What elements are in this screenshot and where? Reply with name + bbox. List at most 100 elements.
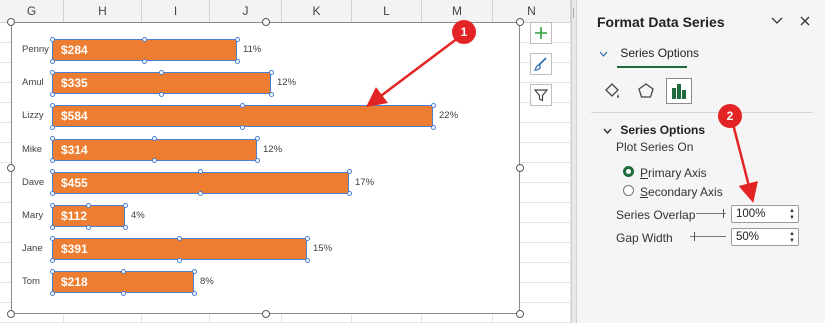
section-title: Series Options: [620, 123, 706, 137]
series-overlap-slider-thumb[interactable]: [723, 209, 724, 218]
bar-value-label: $455: [61, 175, 88, 190]
chart-filters-button[interactable]: [530, 84, 552, 106]
chart-styles-button[interactable]: [530, 53, 552, 75]
callout-badge-1: 1: [452, 20, 476, 44]
spin-up-icon[interactable]: ▲: [789, 208, 795, 214]
series-overlap-input[interactable]: 100% ▲ ▼: [731, 205, 799, 223]
percent-label: 12%: [263, 143, 283, 155]
bar-selection-point: [152, 158, 157, 164]
bar-selection-point: [268, 69, 274, 75]
callout-badge-2: 2: [718, 104, 742, 128]
bar-value-label: $218: [61, 275, 88, 290]
percent-label: 4%: [131, 210, 145, 221]
gap-width-slider-thumb[interactable]: [694, 232, 695, 241]
chart-resize-handle[interactable]: [516, 164, 524, 172]
series-options-section[interactable]: Series Options: [603, 123, 705, 137]
primary-axis-radio[interactable]: [623, 166, 634, 177]
bar-selection-point: [177, 235, 182, 241]
bar-selection-point: [430, 124, 436, 130]
bar-selection-point: [49, 268, 55, 274]
spin-up-icon[interactable]: ▲: [789, 231, 795, 237]
bar-selection-point: [49, 235, 55, 241]
percent-label: 11%: [243, 44, 262, 55]
bar[interactable]: $112: [52, 205, 125, 227]
bar-selection-point: [346, 191, 352, 197]
series-options-dropdown[interactable]: Series Options: [599, 46, 699, 60]
percent-label: 8%: [200, 276, 214, 288]
column-headers: GHIJKLMN: [0, 0, 571, 23]
bar-value-label: $584: [61, 109, 88, 124]
bar-selection-point: [49, 224, 55, 230]
bar-selection-point: [234, 58, 240, 64]
bar-value-label: $335: [61, 76, 88, 91]
bar[interactable]: $284: [52, 39, 237, 61]
bar-selection-point: [86, 224, 91, 230]
series-options-tab[interactable]: [666, 78, 692, 104]
bar-selection-point: [198, 191, 203, 197]
spin-down-icon[interactable]: ▼: [789, 215, 795, 221]
column-header-k[interactable]: K: [282, 0, 352, 22]
spin-down-icon[interactable]: ▼: [789, 238, 795, 244]
column-header-h[interactable]: H: [64, 0, 142, 22]
percent-label: 22%: [439, 110, 459, 122]
bar-selection-point: [346, 169, 352, 175]
close-icon[interactable]: [796, 12, 814, 30]
bar-selection-point: [304, 257, 310, 263]
chart-resize-handle[interactable]: [7, 18, 15, 26]
bar-value-label: $314: [61, 142, 88, 157]
percent-label: 17%: [355, 176, 375, 188]
secondary-axis-radio[interactable]: [623, 185, 634, 196]
bar-selection-point: [430, 102, 436, 108]
chart-resize-handle[interactable]: [7, 164, 15, 172]
gap-width-input[interactable]: 50% ▲ ▼: [731, 228, 799, 246]
series-overlap-slider-track[interactable]: [696, 213, 726, 214]
chart-resize-handle[interactable]: [261, 310, 270, 318]
bar[interactable]: $335: [52, 72, 271, 95]
plot-series-on-label: Plot Series On: [616, 140, 694, 154]
bar-selection-point: [268, 91, 274, 97]
bar-selection-point: [122, 224, 128, 230]
bar-value-label: $284: [61, 43, 88, 57]
bar-selection-point: [122, 202, 128, 208]
bar-selection-point: [120, 268, 126, 274]
chart-elements-button[interactable]: [530, 22, 552, 44]
bar-selection-point: [234, 36, 240, 42]
bar-selection-point: [191, 268, 197, 274]
bar-selection-point: [49, 58, 55, 64]
chart-resize-handle[interactable]: [261, 18, 270, 26]
bar-selection-point: [159, 91, 164, 97]
fill-line-tab[interactable]: [599, 78, 625, 104]
bar-selection-point: [49, 124, 55, 130]
bar-selection-point: [49, 102, 55, 108]
chevron-down-icon[interactable]: [768, 12, 786, 30]
spreadsheet-area[interactable]: GHIJKLMN Penny $284 11% Amul $335 12% Lizzy $58…: [0, 0, 571, 323]
bar-chart[interactable]: Penny $284 11% Amul $335 12% Lizzy $584 22% Mike $…: [7, 18, 524, 318]
bar-selection-point: [49, 257, 55, 263]
bar-selection-point: [49, 191, 55, 197]
bar-selection-point: [49, 290, 55, 296]
chart-resize-handle[interactable]: [516, 310, 524, 318]
bar[interactable]: $391: [52, 238, 307, 261]
bar-selection-point: [49, 169, 55, 175]
column-header-m[interactable]: M: [422, 0, 493, 22]
gap-width-slider-track[interactable]: [690, 236, 726, 237]
bar-selection-point: [177, 257, 182, 263]
column-header-i[interactable]: I: [142, 0, 210, 22]
format-data-series-pane: Format Data Series Series Options Series…: [577, 0, 825, 323]
primary-axis-label[interactable]: Primary Axis: [640, 166, 707, 180]
bar-selection-point: [240, 102, 245, 108]
chart-resize-handle[interactable]: [7, 310, 15, 318]
bar-selection-point: [120, 290, 126, 296]
bar-selection-point: [142, 58, 147, 64]
bar-selection-point: [86, 202, 91, 208]
secondary-axis-label[interactable]: Secondary Axis: [640, 185, 723, 199]
bar-selection-point: [49, 136, 55, 142]
bar-selection-point: [49, 36, 55, 42]
effects-tab[interactable]: [633, 78, 659, 104]
column-header-j[interactable]: J: [210, 0, 282, 22]
column-header-l[interactable]: L: [352, 0, 422, 22]
column-header-n[interactable]: N: [493, 0, 571, 22]
percent-label: 12%: [277, 77, 297, 89]
pane-title: Format Data Series: [597, 14, 725, 30]
chart-resize-handle[interactable]: [516, 18, 524, 26]
